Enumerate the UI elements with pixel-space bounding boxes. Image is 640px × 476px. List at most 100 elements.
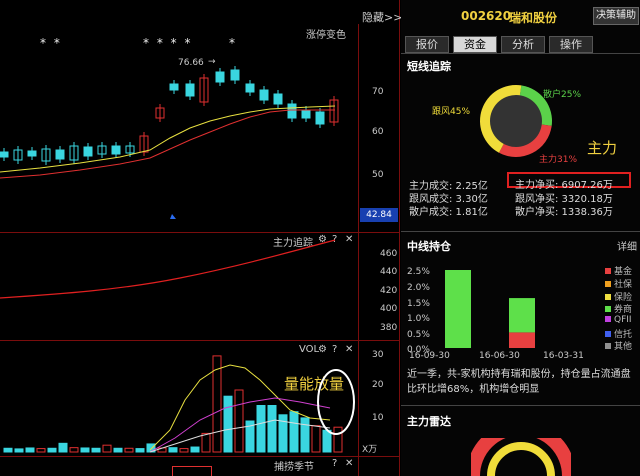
holding-tick: 0.5% xyxy=(407,330,430,340)
institution-note: 近一季，共-家机构持有瑞和股份，持仓量占流通盘比环比增68%，机构增仓明显 xyxy=(407,369,631,395)
legend-swatch xyxy=(605,343,611,349)
legend-swatch xyxy=(605,281,611,287)
volume-bar xyxy=(168,447,178,453)
volume-bar xyxy=(58,442,68,453)
legend-item: 社保 xyxy=(605,277,632,290)
legend-swatch xyxy=(605,331,611,337)
holding-tick: 2.0% xyxy=(407,283,430,293)
volume-bar xyxy=(14,448,24,453)
volume-bar xyxy=(300,417,310,453)
candlestick xyxy=(0,151,9,158)
tracking-tick: 460 xyxy=(380,249,398,259)
axis-divider xyxy=(358,24,359,476)
bottom-indicator-shape xyxy=(172,466,212,476)
detail-link[interactable]: 详细 xyxy=(617,238,637,253)
legend-item: 基金 xyxy=(605,264,632,277)
candlestick xyxy=(55,149,65,160)
chart-area: 隐藏>> 涨停变色 * * * * * * * 76.66 → 70 60 50… xyxy=(0,0,402,476)
volume-bar xyxy=(69,447,79,453)
holding-bar xyxy=(509,332,535,348)
vol-tick: 10 xyxy=(372,413,384,423)
stat-main-net: 主力净买: 6907.26万 xyxy=(515,180,613,191)
section-separator xyxy=(401,405,640,406)
volume-bar xyxy=(124,447,134,453)
mid-term-title: 中线持仓 xyxy=(407,240,451,253)
volume-bar xyxy=(223,395,233,453)
vol-unit: X万 xyxy=(362,445,378,455)
candlestick xyxy=(215,71,225,83)
tab-funds[interactable]: 资金 xyxy=(453,36,497,53)
legend-label: 社保 xyxy=(614,280,633,290)
volume-bar xyxy=(25,447,35,453)
volume-bar xyxy=(135,448,145,453)
candlestick xyxy=(83,146,93,157)
holding-bar xyxy=(445,270,471,348)
tracking-tick: 380 xyxy=(380,323,398,333)
candlestick xyxy=(315,111,325,125)
tracking-tick: 400 xyxy=(380,304,398,314)
stock-name: 瑞和股份 xyxy=(509,11,558,25)
holding-tick: 1.0% xyxy=(407,314,430,324)
radar-gauge xyxy=(471,438,571,476)
volume-bar xyxy=(289,411,299,453)
candlestick xyxy=(27,150,37,157)
volume-chart xyxy=(3,355,355,453)
tab-analysis[interactable]: 分析 xyxy=(501,36,545,53)
volume-bar xyxy=(311,425,321,453)
holding-bar xyxy=(509,298,535,333)
candlestick xyxy=(185,83,195,97)
vol-tick: 20 xyxy=(372,380,384,390)
quarter-label: 16-03-31 xyxy=(543,351,584,361)
price-tick: 50 xyxy=(372,170,384,180)
volume-bar xyxy=(201,432,211,453)
legend-item: QFII xyxy=(605,315,632,325)
panel-divider xyxy=(399,0,400,476)
hide-panel-button[interactable]: 隐藏>> xyxy=(362,9,402,25)
candlestick xyxy=(287,103,297,119)
volume-bar xyxy=(190,446,200,453)
quarter-label: 16-09-30 xyxy=(409,351,450,361)
close-icon[interactable]: ✕ xyxy=(345,458,353,469)
legend-swatch xyxy=(605,306,611,312)
candlestick-chart xyxy=(0,66,339,219)
legend-swatch xyxy=(605,294,611,300)
tracking-line xyxy=(0,239,336,299)
candlestick xyxy=(169,83,179,91)
holding-bar-chart xyxy=(445,270,535,348)
tracking-tick: 440 xyxy=(380,267,398,277)
candlestick xyxy=(259,89,269,101)
vol-tick: 30 xyxy=(372,350,384,360)
candlestick xyxy=(111,145,121,155)
volume-bar xyxy=(113,447,123,453)
decision-aid-button[interactable]: 决策辅助 xyxy=(593,7,639,25)
ma-line-yellow xyxy=(0,105,336,173)
section-separator xyxy=(401,231,640,232)
pie-label-main: 主力31% xyxy=(539,155,578,165)
volume-bar xyxy=(36,448,46,453)
volume-bar xyxy=(333,426,343,453)
main-force-annotation: 主力 xyxy=(587,139,618,157)
price-tick: 60 xyxy=(372,127,384,137)
holding-tick: 2.5% xyxy=(407,267,430,277)
tab-operation[interactable]: 操作 xyxy=(549,36,593,53)
ma-line-red xyxy=(0,109,335,179)
help-icon[interactable]: ? xyxy=(332,458,337,469)
legend-label: 基金 xyxy=(614,267,633,277)
volume-bar xyxy=(267,405,277,453)
tab-quote[interactable]: 报价 xyxy=(405,36,449,53)
candlestick xyxy=(301,109,311,119)
volume-bar xyxy=(322,429,332,453)
volume-highlight-circle xyxy=(317,369,355,435)
capital-pie xyxy=(480,84,552,157)
tracking-tick: 420 xyxy=(380,286,398,296)
price-marker-icon xyxy=(170,214,176,219)
holding-tick: 1.5% xyxy=(407,299,430,309)
legend-label: QFII xyxy=(614,315,632,325)
legend-item: 券商 xyxy=(605,302,632,315)
volume-bar xyxy=(80,447,90,453)
legend-item: 其他 xyxy=(605,339,632,352)
legend-label: 其他 xyxy=(614,342,633,352)
pie-label-follow: 跟风45% xyxy=(432,107,471,117)
tab-separator xyxy=(401,53,640,54)
quarter-label: 16-06-30 xyxy=(479,351,520,361)
